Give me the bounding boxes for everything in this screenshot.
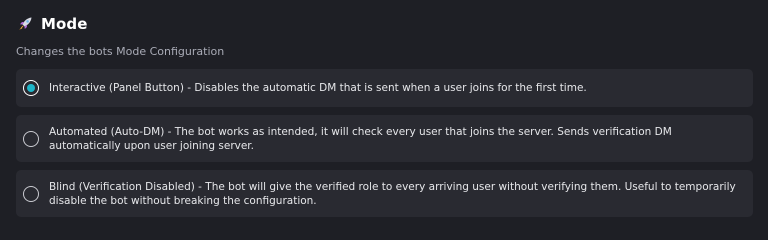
radio-blind[interactable] — [23, 185, 39, 202]
option-interactive[interactable]: Interactive (Panel Button) - Disables th… — [16, 69, 753, 107]
option-label: Blind (Verification Disabled) - The bot … — [49, 180, 736, 207]
mode-options: Interactive (Panel Button) - Disables th… — [16, 69, 753, 217]
section-subtitle: Changes the bots Mode Configuration — [16, 45, 225, 58]
section-title: Mode — [41, 15, 88, 33]
section-header: Mode — [16, 13, 753, 35]
option-automated[interactable]: Automated (Auto-DM) - The bot works as i… — [16, 115, 753, 162]
option-blind[interactable]: Blind (Verification Disabled) - The bot … — [16, 170, 753, 217]
radio-automated[interactable] — [23, 130, 39, 147]
mode-section: Mode Changes the bots Mode Configuration… — [0, 0, 768, 230]
option-label: Automated (Auto-DM) - The bot works as i… — [49, 125, 672, 152]
rocket-icon — [16, 15, 34, 33]
option-label: Interactive (Panel Button) - Disables th… — [49, 82, 587, 94]
radio-interactive[interactable] — [23, 80, 39, 96]
